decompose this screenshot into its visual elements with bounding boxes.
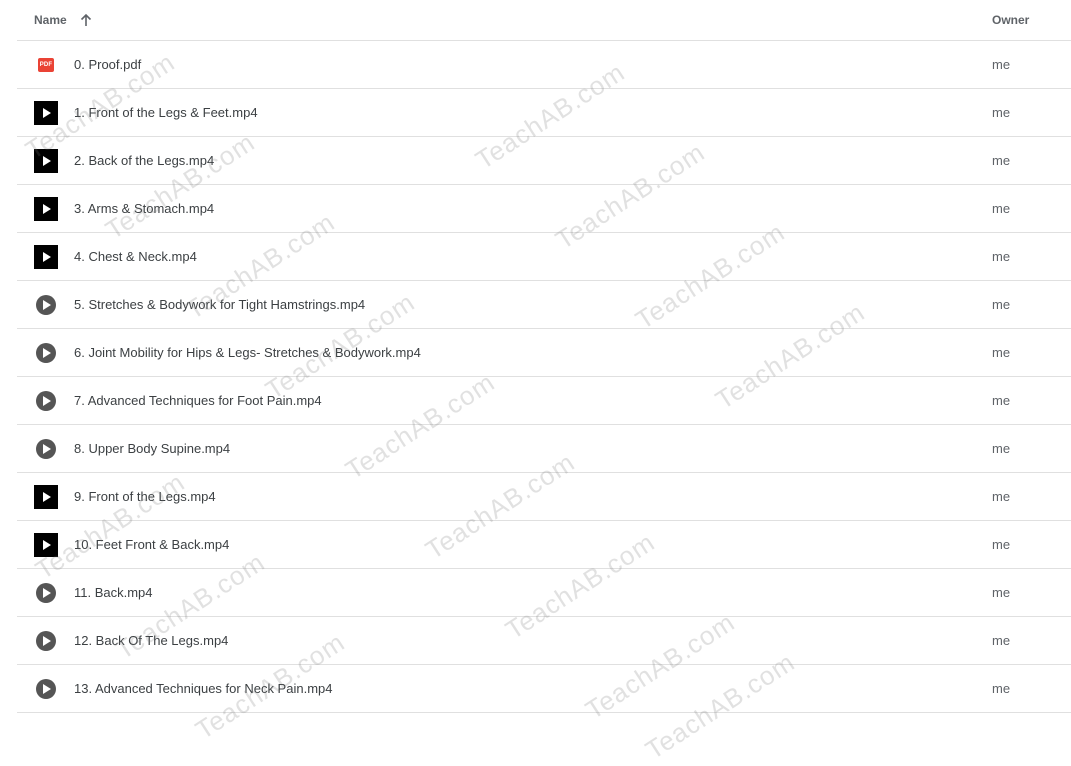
file-owner: me xyxy=(992,441,1011,456)
video-play-icon xyxy=(34,533,58,557)
file-owner: me xyxy=(992,153,1011,168)
video-thumbnail-icon xyxy=(34,629,58,653)
file-owner: me xyxy=(992,345,1011,360)
file-owner: me xyxy=(992,57,1011,72)
file-row[interactable]: 4. Chest & Neck.mp4 me xyxy=(17,233,1071,281)
file-name[interactable]: 5. Stretches & Bodywork for Tight Hamstr… xyxy=(74,297,365,312)
file-row[interactable]: 6. Joint Mobility for Hips & Legs- Stret… xyxy=(17,329,1071,377)
file-owner: me xyxy=(992,537,1011,552)
file-name[interactable]: 8. Upper Body Supine.mp4 xyxy=(74,441,230,456)
video-thumbnail-icon xyxy=(34,389,58,413)
file-name[interactable]: 4. Chest & Neck.mp4 xyxy=(74,249,197,264)
file-row[interactable]: 9. Front of the Legs.mp4 me xyxy=(17,473,1071,521)
video-thumbnail-icon xyxy=(34,293,58,317)
list-header: Name Owner xyxy=(17,0,1071,41)
file-name[interactable]: 2. Back of the Legs.mp4 xyxy=(74,153,214,168)
file-name[interactable]: 1. Front of the Legs & Feet.mp4 xyxy=(74,105,258,120)
name-column-header[interactable]: Name xyxy=(34,13,93,27)
file-name[interactable]: 6. Joint Mobility for Hips & Legs- Stret… xyxy=(74,345,421,360)
file-owner: me xyxy=(992,249,1011,264)
pdf-icon: PDF xyxy=(34,53,58,77)
video-thumbnail-icon xyxy=(34,581,58,605)
file-owner: me xyxy=(992,201,1011,216)
video-play-icon xyxy=(34,101,58,125)
file-row[interactable]: 7. Advanced Techniques for Foot Pain.mp4… xyxy=(17,377,1071,425)
video-play-icon xyxy=(34,197,58,221)
video-play-icon xyxy=(34,245,58,269)
file-name[interactable]: 9. Front of the Legs.mp4 xyxy=(74,489,216,504)
video-thumbnail-icon xyxy=(34,437,58,461)
file-row[interactable]: 11. Back.mp4 me xyxy=(17,569,1071,617)
video-thumbnail-icon xyxy=(34,341,58,365)
name-header-label: Name xyxy=(34,13,67,27)
file-owner: me xyxy=(992,633,1011,648)
file-row[interactable]: 12. Back Of The Legs.mp4 me xyxy=(17,617,1071,665)
file-name[interactable]: 10. Feet Front & Back.mp4 xyxy=(74,537,229,552)
file-name[interactable]: 0. Proof.pdf xyxy=(74,57,141,72)
video-play-icon xyxy=(34,485,58,509)
arrow-up-icon[interactable] xyxy=(79,13,93,27)
file-owner: me xyxy=(992,681,1011,696)
file-row[interactable]: 8. Upper Body Supine.mp4 me xyxy=(17,425,1071,473)
file-owner: me xyxy=(992,297,1011,312)
owner-column-header[interactable]: Owner xyxy=(992,13,1029,27)
file-owner: me xyxy=(992,585,1011,600)
file-row[interactable]: 5. Stretches & Bodywork for Tight Hamstr… xyxy=(17,281,1071,329)
file-owner: me xyxy=(992,105,1011,120)
file-name[interactable]: 7. Advanced Techniques for Foot Pain.mp4 xyxy=(74,393,322,408)
file-row[interactable]: 13. Advanced Techniques for Neck Pain.mp… xyxy=(17,665,1071,713)
file-owner: me xyxy=(992,393,1011,408)
file-list: Name Owner PDF 0. Proof.pdf me 1. Front of … xyxy=(17,0,1071,713)
video-play-icon xyxy=(34,149,58,173)
file-name[interactable]: 13. Advanced Techniques for Neck Pain.mp… xyxy=(74,681,332,696)
video-thumbnail-icon xyxy=(34,677,58,701)
file-row[interactable]: 2. Back of the Legs.mp4 me xyxy=(17,137,1071,185)
file-row[interactable]: 1. Front of the Legs & Feet.mp4 me xyxy=(17,89,1071,137)
file-name[interactable]: 11. Back.mp4 xyxy=(74,585,153,600)
file-row[interactable]: PDF 0. Proof.pdf me xyxy=(17,41,1071,89)
file-name[interactable]: 3. Arms & Stomach.mp4 xyxy=(74,201,214,216)
file-row[interactable]: 3. Arms & Stomach.mp4 me xyxy=(17,185,1071,233)
owner-header-label: Owner xyxy=(992,13,1030,27)
file-row[interactable]: 10. Feet Front & Back.mp4 me xyxy=(17,521,1071,569)
file-name[interactable]: 12. Back Of The Legs.mp4 xyxy=(74,633,228,648)
file-owner: me xyxy=(992,489,1011,504)
